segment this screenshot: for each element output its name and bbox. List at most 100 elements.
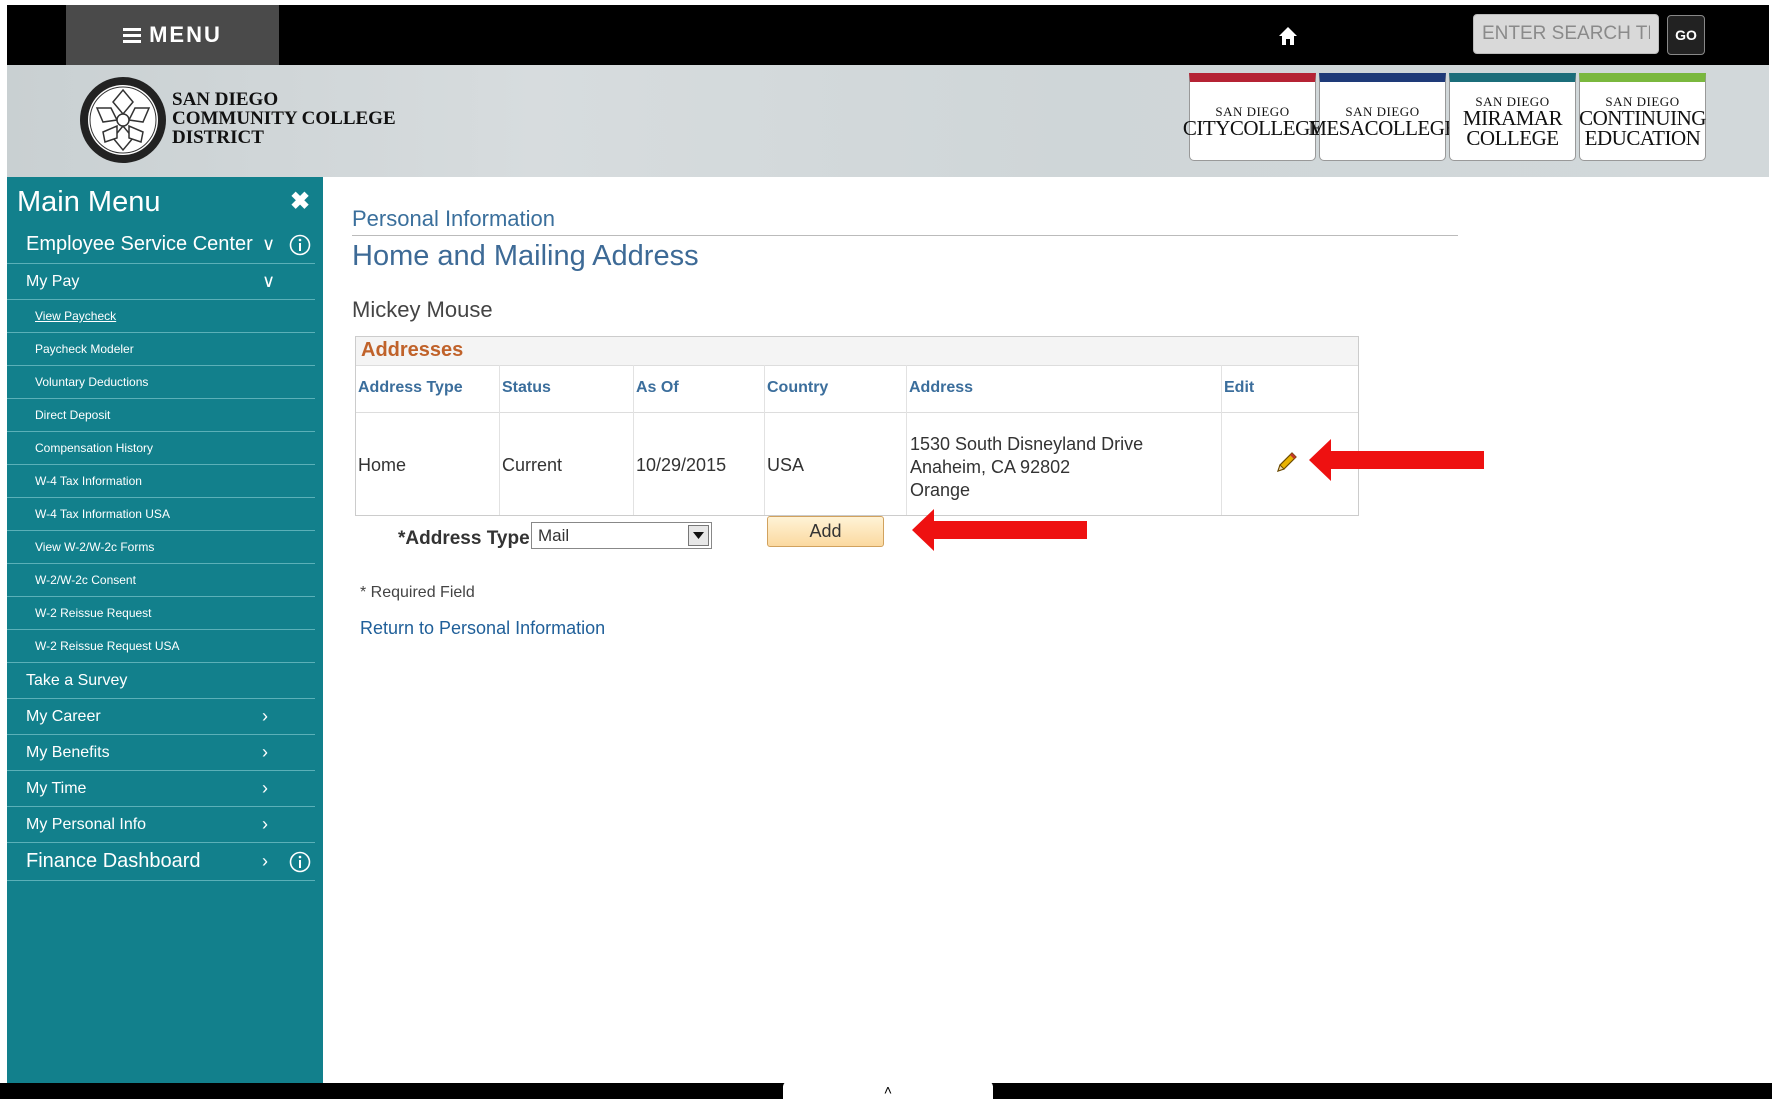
column-divider — [499, 365, 500, 515]
sidebar-item-label: W-2 Reissue Request — [35, 606, 152, 620]
info-icon[interactable] — [289, 851, 311, 873]
person-name: Mickey Mouse — [352, 297, 493, 322]
college-name: EDUCATION — [1584, 125, 1701, 150]
district-seal-logo[interactable] — [79, 76, 167, 164]
sidebar-subitem[interactable]: View W-2/W-2c Forms — [7, 531, 315, 564]
as-of-cell: 10/29/2015 — [636, 455, 727, 475]
return-to-personal-information-link[interactable]: Return to Personal Information — [360, 618, 605, 639]
address-type-select[interactable]: Mail — [531, 522, 712, 549]
column-header: As Of — [636, 379, 679, 396]
required-field-note: * Required Field — [360, 584, 475, 601]
college-name: CONTINUING — [1579, 105, 1706, 130]
sidebar-subitem[interactable]: W-4 Tax Information USA — [7, 498, 315, 531]
menu-button[interactable]: MENU — [66, 5, 279, 65]
hamburger-icon — [123, 25, 142, 46]
main-menu-title: Main Menu — [17, 186, 161, 218]
page-title: Home and Mailing Address — [352, 240, 699, 272]
search-go-button[interactable]: GO — [1667, 15, 1705, 55]
sidebar-subitem[interactable]: Compensation History — [7, 432, 315, 465]
sidebar-item-label: Finance Dashboard — [26, 850, 201, 872]
chevron-right-icon: › — [262, 778, 268, 798]
sidebar-item-label: View W-2/W-2c Forms — [35, 540, 155, 554]
main-menu-sidebar: Main Menu ✖ Employee Service Center ∨ My… — [7, 177, 323, 1083]
sidebar-subitem[interactable]: W-2 Reissue Request — [7, 597, 315, 630]
add-address-button[interactable]: Add — [767, 516, 884, 547]
menu-label: MENU — [149, 22, 222, 47]
country-cell: USA — [767, 455, 805, 475]
sidebar-item-label: My Career — [26, 707, 101, 725]
divider — [352, 235, 1458, 236]
sidebar-item-my-personal-info[interactable]: My Personal Info › — [7, 807, 315, 843]
sidebar-item-label: Voluntary Deductions — [35, 375, 149, 389]
mesa-college-link[interactable]: SAN DIEGO MESACOLLEGE — [1308, 73, 1457, 161]
sidebar-subitem[interactable]: W-4 Tax Information — [7, 465, 315, 498]
chevron-right-icon: › — [262, 742, 268, 762]
column-header: Edit — [1224, 379, 1255, 396]
sidebar-item-label: My Personal Info — [26, 815, 147, 833]
search-input[interactable] — [1473, 14, 1659, 54]
edit-pencil-icon[interactable] — [1274, 449, 1300, 475]
column-divider — [764, 365, 765, 515]
sidebar-item-employee-service-center[interactable]: Employee Service Center ∨ — [7, 226, 315, 264]
sidebar-item-label: My Pay — [26, 272, 80, 290]
column-divider — [906, 365, 907, 515]
sidebar-subitem[interactable]: View Paycheck — [7, 300, 315, 333]
sidebar-item-my-career[interactable]: My Career › — [7, 699, 315, 735]
district-name-line: DISTRICT — [172, 127, 264, 148]
sidebar-subitem[interactable]: Paycheck Modeler — [7, 333, 315, 366]
top-bar: MENU GO — [7, 5, 1769, 65]
address-line: Anaheim, CA 92802 — [910, 457, 1071, 477]
district-banner: SAN DIEGO COMMUNITY COLLEGE DISTRICT SAN… — [7, 65, 1769, 177]
sidebar-item-my-benefits[interactable]: My Benefits › — [7, 735, 315, 771]
address-line: Orange — [910, 480, 971, 500]
close-icon[interactable]: ✖ — [290, 187, 310, 216]
city-college-link[interactable]: SAN DIEGO CITYCOLLEGE — [1183, 73, 1323, 161]
address-type-label: *Address Type — [398, 528, 530, 549]
sidebar-subitem[interactable]: W-2/W-2c Consent — [7, 564, 315, 597]
sidebar-item-label: Take a Survey — [26, 671, 128, 689]
college-name: CITYCOLLEGE — [1182, 115, 1323, 140]
sidebar-subitem[interactable]: Voluntary Deductions — [7, 366, 315, 399]
sidebar-item-label: Direct Deposit — [35, 408, 111, 422]
continuing-education-link[interactable]: SAN DIEGO CONTINUING EDUCATION — [1579, 73, 1706, 161]
bottom-expand-tab[interactable]: ˄ — [783, 1081, 993, 1099]
sidebar-subitem[interactable]: W-2 Reissue Request USA — [7, 630, 315, 663]
chevron-down-icon: ∨ — [262, 234, 276, 254]
chevron-right-icon: › — [262, 851, 268, 871]
sidebar-item-label: W-4 Tax Information USA — [35, 507, 170, 521]
miramar-college-link[interactable]: SAN DIEGO MIRAMAR COLLEGE — [1449, 73, 1576, 161]
divider — [356, 412, 1358, 413]
sidebar-item-label: My Time — [26, 779, 87, 797]
column-header: Status — [502, 379, 551, 396]
chevron-right-icon: › — [262, 706, 268, 726]
college-name: MIRAMAR — [1462, 105, 1563, 130]
district-name: SAN DIEGO COMMUNITY COLLEGE DISTRICT — [172, 90, 396, 147]
annotation-arrow-icon — [912, 509, 1087, 551]
address-cell: 1530 South Disneyland Drive Anaheim, CA … — [910, 433, 1143, 502]
sidebar-subitem[interactable]: Direct Deposit — [7, 399, 315, 432]
sidebar-item-label: My Benefits — [26, 743, 110, 761]
addresses-heading: Addresses — [361, 339, 464, 361]
sidebar-item-my-pay[interactable]: My Pay ∨ — [7, 264, 315, 300]
sidebar-item-finance-dashboard[interactable]: Finance Dashboard › — [7, 843, 315, 881]
breadcrumb: Personal Information — [352, 206, 555, 231]
sidebar-item-take-a-survey[interactable]: Take a Survey — [7, 663, 315, 699]
column-header: Country — [767, 379, 829, 396]
address-type-value: Mail — [538, 526, 570, 545]
sidebar-item-my-time[interactable]: My Time › — [7, 771, 315, 807]
addresses-header: Addresses — [356, 337, 1358, 366]
column-header: Address Type — [358, 379, 463, 396]
sidebar-item-label: Employee Service Center — [26, 233, 253, 255]
sidebar-item-label: W-2/W-2c Consent — [35, 573, 136, 587]
district-name-line: SAN DIEGO — [172, 89, 279, 110]
sidebar-item-label: View Paycheck — [35, 309, 117, 323]
column-divider — [633, 365, 634, 515]
column-divider — [1221, 365, 1222, 515]
dropdown-arrow-icon[interactable] — [688, 525, 709, 546]
college-name: COLLEGE — [1466, 125, 1559, 150]
home-icon[interactable] — [1277, 25, 1299, 47]
district-name-line: COMMUNITY COLLEGE — [172, 108, 396, 129]
chevron-down-icon: ∨ — [262, 271, 276, 291]
info-icon[interactable] — [289, 234, 311, 256]
sidebar-item-label: Paycheck Modeler — [35, 342, 134, 356]
